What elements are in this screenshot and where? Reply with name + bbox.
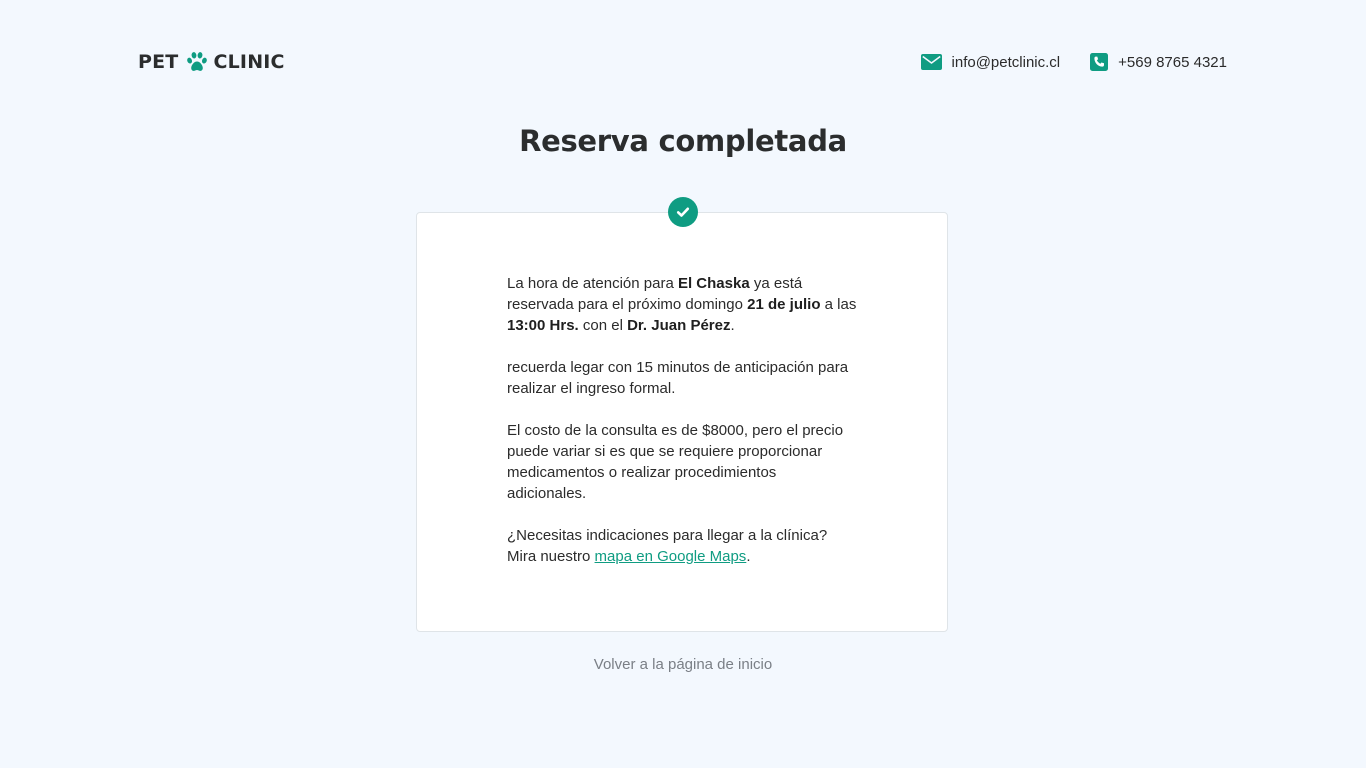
appointment-date: 21 de julio <box>747 296 821 313</box>
envelope-icon <box>920 54 942 70</box>
logo-text-clinic: CLINIC <box>213 51 285 73</box>
confirmation-card: La hora de atención para El Chaska ya es… <box>416 212 948 632</box>
check-circle-icon <box>668 197 698 227</box>
pet-name: El Chaska <box>677 275 750 292</box>
back-to-home-link[interactable]: Volver a la página de inicio <box>0 656 1366 673</box>
confirmation-message: La hora de atención para El Chaska ya es… <box>507 273 859 567</box>
page-title: Reserva completada <box>519 124 847 158</box>
phone-icon <box>1090 53 1109 71</box>
google-maps-link[interactable]: mapa en Google Maps <box>595 548 747 565</box>
logo-text-pet: PET <box>138 51 179 73</box>
directions-info: ¿Necesitas indicaciones para llegar a la… <box>507 527 828 565</box>
email-text: info@petclinic.cl <box>951 53 1061 71</box>
appointment-time: 13:00 Hrs. <box>507 317 579 334</box>
contact-info: info@petclinic.cl +569 8765 4321 <box>920 53 1227 71</box>
email-link[interactable]: info@petclinic.cl <box>920 53 1061 71</box>
logo[interactable]: PET CLINIC <box>138 51 285 73</box>
paw-icon <box>186 51 208 73</box>
doctor-name: Dr. Juan Pérez <box>627 317 731 334</box>
phone-text: +569 8765 4321 <box>1118 53 1227 71</box>
phone-link[interactable]: +569 8765 4321 <box>1090 53 1227 71</box>
site-header: PET CLINIC info@petclinic.cl +569 8765 4… <box>138 44 1227 80</box>
cost-info: El costo de la consulta es de $8000, per… <box>507 422 844 502</box>
arrival-reminder: recuerda legar con 15 minutos de anticip… <box>507 359 849 397</box>
appointment-details: La hora de atención para El Chaska ya es… <box>507 275 857 334</box>
